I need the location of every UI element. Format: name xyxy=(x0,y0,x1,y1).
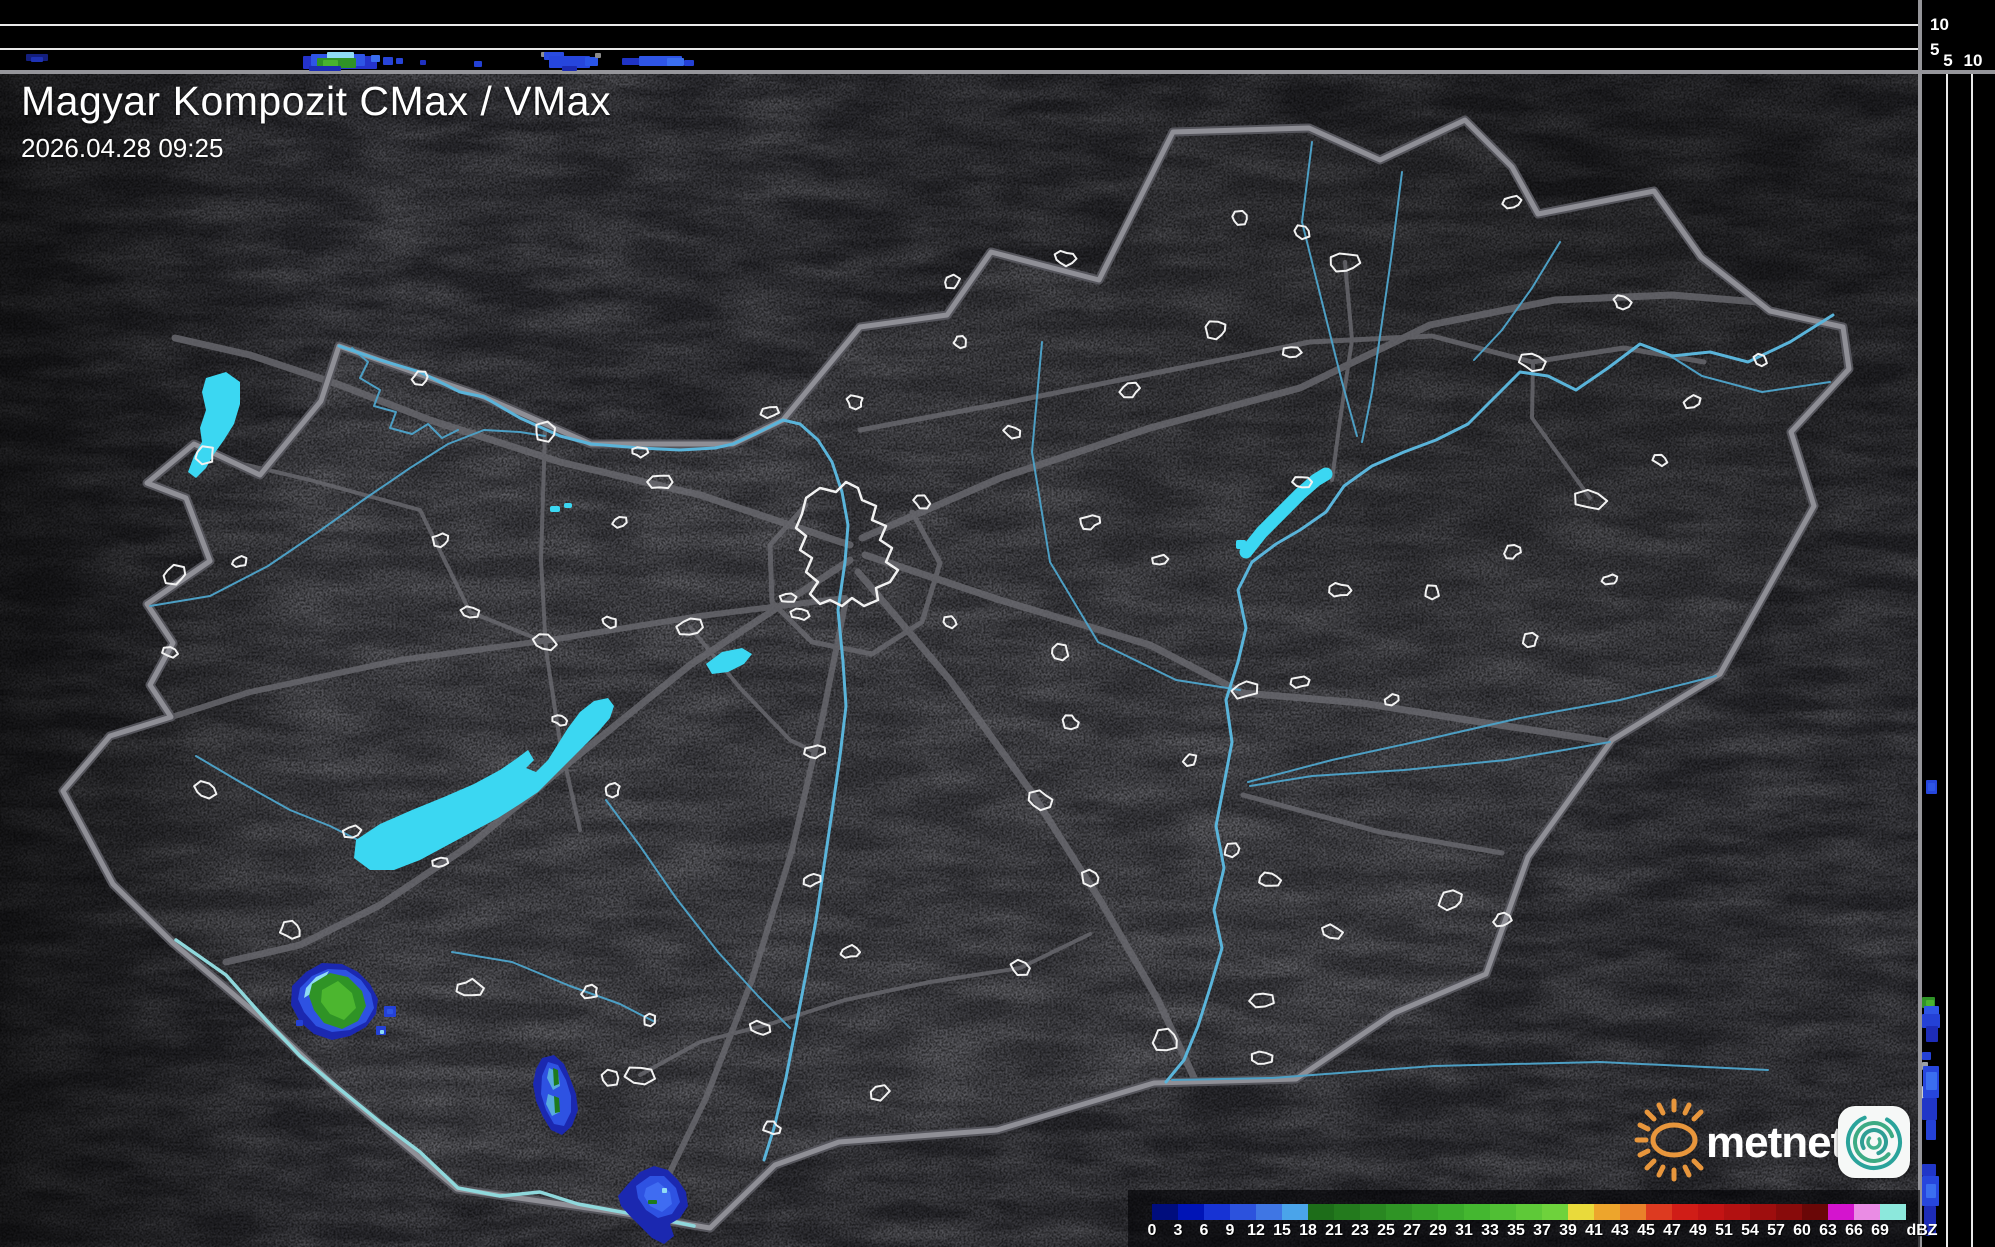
page-title: Magyar Kompozit CMax / VMax xyxy=(21,78,611,124)
logo-text: metnet xyxy=(1706,1118,1845,1167)
timestamp: 2026.04.28 09:25 xyxy=(21,133,224,163)
colorbar-tick-label: 33 xyxy=(1481,1222,1499,1239)
colorbar-tick-label: 25 xyxy=(1377,1222,1395,1239)
panel-divider-vertical xyxy=(1918,0,1922,1247)
colorbar-swatch xyxy=(1724,1204,1750,1220)
colorbar-tick-label: 27 xyxy=(1403,1222,1421,1239)
lake-speck xyxy=(564,503,572,508)
colorbar-swatch xyxy=(1256,1204,1282,1220)
colorbar-swatch xyxy=(1646,1204,1672,1220)
colorbar-swatch xyxy=(1490,1204,1516,1220)
colorbar-tick-label: 18 xyxy=(1299,1222,1317,1239)
colorbar-tick-label: 0 xyxy=(1147,1222,1157,1239)
storm-cell-pixel xyxy=(648,1200,657,1204)
title-block: Magyar Kompozit CMax / VMax 2026.04.28 0… xyxy=(21,78,611,164)
colorbar-swatch xyxy=(1360,1204,1386,1220)
top-axis-label-10km: 10 xyxy=(1930,15,1949,34)
colorbar-swatch xyxy=(1542,1204,1568,1220)
profile-axis-corner: 10 5 5 10 xyxy=(1922,0,1995,70)
colorbar-tick-label: 12 xyxy=(1247,1222,1265,1239)
colorbar-swatch xyxy=(1802,1204,1828,1220)
colorbar-swatch xyxy=(1308,1204,1334,1220)
colorbar-tick-label: 66 xyxy=(1845,1222,1863,1239)
top-profile-panel xyxy=(0,0,1918,70)
colorbar-swatch xyxy=(1776,1204,1802,1220)
top-axis-label-5km: 5 xyxy=(1930,40,1940,59)
colorbar-swatch xyxy=(1178,1204,1204,1220)
metnet-app-icon xyxy=(1838,1106,1910,1178)
colorbar-tick-label: 45 xyxy=(1637,1222,1655,1239)
colorbar-tick-label: 39 xyxy=(1559,1222,1577,1239)
map-layers xyxy=(0,72,1918,1247)
colorbar-swatch xyxy=(1438,1204,1464,1220)
colorbar-tick-label: 69 xyxy=(1871,1222,1889,1239)
colorbar-swatch xyxy=(1204,1204,1230,1220)
lake-speck xyxy=(550,506,560,512)
colorbar-swatch xyxy=(1828,1204,1854,1220)
colorbar-labels: 0 3 6 9 12 15 18 21 23 25 27 29 31 33 35 37 39 41 43 45 47 49… xyxy=(1148,1222,1952,1242)
colorbar-tick-label: 15 xyxy=(1273,1222,1291,1239)
storm-cell-pixel xyxy=(387,1009,393,1014)
colorbar-tick-label: 54 xyxy=(1741,1222,1759,1239)
colorbar-swatch xyxy=(1880,1204,1906,1220)
colorbar-tick-label: 57 xyxy=(1767,1222,1785,1239)
colorbar-tick-label: 49 xyxy=(1689,1222,1707,1239)
colorbar-swatch xyxy=(1594,1204,1620,1220)
storm-cell-pixel xyxy=(296,1020,303,1026)
radar-composite-app: 10 5 5 10 Magyar Kompozit CMax / VMax 20… xyxy=(0,0,1995,1247)
colorbar-tick-label: 23 xyxy=(1351,1222,1369,1239)
colorbar-swatch xyxy=(1464,1204,1490,1220)
colorbar-tick-label: 63 xyxy=(1819,1222,1837,1239)
colorbar-tick-label: 6 xyxy=(1199,1222,1209,1239)
colorbar-swatch xyxy=(1854,1204,1880,1220)
colorbar-tick-label: 41 xyxy=(1585,1222,1603,1239)
colorbar-tick-label: 43 xyxy=(1611,1222,1629,1239)
gridline-10km-right xyxy=(1971,74,1973,1247)
gridline-5km-top xyxy=(0,48,1918,50)
colorbar-swatch xyxy=(1282,1204,1308,1220)
colorbar-swatch xyxy=(1698,1204,1724,1220)
gridline-5km-right xyxy=(1946,74,1948,1247)
colorbar-tick-label: 21 xyxy=(1325,1222,1343,1239)
colorbar-tick-label: 29 xyxy=(1429,1222,1447,1239)
colorbar xyxy=(1152,1204,1906,1220)
storm-cell-pixel xyxy=(662,1188,667,1193)
gridline-10km-top xyxy=(0,24,1918,26)
colorbar-tick-label: 47 xyxy=(1663,1222,1681,1239)
colorbar-unit-label: dBZ xyxy=(1906,1222,1938,1239)
metnet-logo: metnet xyxy=(1630,1092,1920,1188)
sun-icon xyxy=(1634,1098,1704,1182)
colorbar-swatch xyxy=(1750,1204,1776,1220)
right-axis-label-5km: 5 xyxy=(1943,51,1953,70)
colorbar-tick-label: 31 xyxy=(1455,1222,1473,1239)
map-canvas xyxy=(0,72,1918,1247)
colorbar-swatch xyxy=(1568,1204,1594,1220)
lake-speck xyxy=(1236,540,1246,549)
colorbar-swatch xyxy=(1412,1204,1438,1220)
spiral-icon xyxy=(1846,1114,1902,1170)
colorbar-swatch xyxy=(1152,1204,1178,1220)
storm-cell-pixel xyxy=(380,1030,384,1034)
colorbar-swatch xyxy=(1230,1204,1256,1220)
right-axis-label-10km: 10 xyxy=(1963,51,1983,70)
colorbar-tick-label: 3 xyxy=(1173,1222,1183,1239)
colorbar-swatch xyxy=(1516,1204,1542,1220)
colorbar-tick-label: 51 xyxy=(1715,1222,1733,1239)
colorbar-swatch xyxy=(1334,1204,1360,1220)
colorbar-tick-label: 35 xyxy=(1507,1222,1525,1239)
panel-divider-horizontal xyxy=(0,70,1995,74)
colorbar-tick-label: 60 xyxy=(1793,1222,1811,1239)
colorbar-tick-label: 37 xyxy=(1533,1222,1551,1239)
colorbar-tick-label: 9 xyxy=(1225,1222,1235,1239)
colorbar-swatch xyxy=(1620,1204,1646,1220)
right-profile-panel xyxy=(1922,74,1995,1247)
colorbar-swatch xyxy=(1386,1204,1412,1220)
colorbar-swatch xyxy=(1672,1204,1698,1220)
